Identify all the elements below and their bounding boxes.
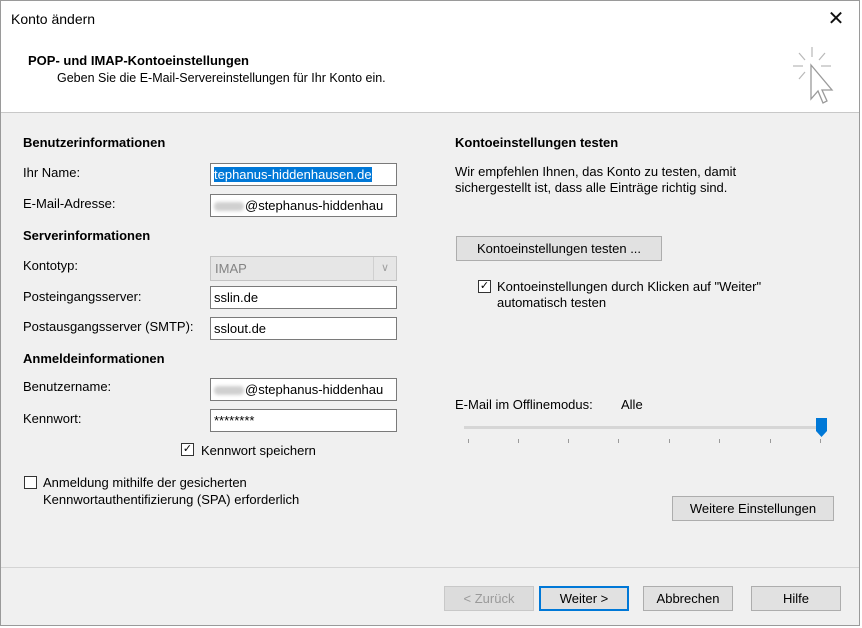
incoming-server-value: sslin.de — [214, 290, 259, 305]
outgoing-server-value: sslout.de — [214, 321, 267, 336]
account-type-label: Kontotyp: — [23, 258, 78, 273]
username-label: Benutzername: — [23, 379, 112, 394]
slider-tick — [468, 439, 469, 443]
test-account-button[interactable]: Kontoeinstellungen testen ... — [456, 236, 662, 261]
auto-test-label-line2: automatisch testen — [497, 295, 607, 310]
auto-test-checkbox[interactable]: ✓ — [478, 280, 491, 293]
header-title: POP- und IMAP-Kontoeinstellungen — [28, 53, 249, 68]
account-type-value: IMAP — [215, 261, 247, 276]
test-heading: Kontoeinstellungen testen — [455, 135, 619, 150]
dialog-header: POP- und IMAP-Kontoeinstellungen Geben S… — [1, 37, 859, 113]
more-settings-button[interactable]: Weitere Einstellungen — [672, 496, 834, 521]
slider-tick — [669, 439, 670, 443]
incoming-server-label: Posteingangsserver: — [23, 289, 142, 304]
footer-divider — [1, 567, 859, 568]
offline-slider-track[interactable] — [464, 426, 824, 429]
blurred-text — [214, 386, 244, 396]
cancel-button[interactable]: Abbrechen — [643, 586, 733, 611]
title-bar: Konto ändern ✕ — [1, 1, 859, 37]
slider-tick — [518, 439, 519, 443]
auto-test-label-line1: Kontoeinstellungen durch Klicken auf "We… — [497, 279, 762, 294]
test-desc-line1: Wir empfehlen Ihnen, das Konto zu testen… — [455, 164, 737, 179]
slider-tick — [719, 439, 720, 443]
help-button[interactable]: Hilfe — [751, 586, 841, 611]
next-button[interactable]: Weiter > — [539, 586, 629, 611]
offline-mode-label: E-Mail im Offlinemodus: — [455, 397, 593, 412]
login-info-heading: Anmeldeinformationen — [23, 351, 165, 366]
chevron-down-icon: ∨ — [373, 257, 396, 280]
spa-label-line2: Kennwortauthentifizierung (SPA) erforder… — [43, 492, 300, 507]
spa-label-line1: Anmeldung mithilfe der gesicherten — [43, 475, 247, 490]
slider-tick — [820, 439, 821, 443]
slider-tick — [568, 439, 569, 443]
window-title: Konto ändern — [11, 11, 96, 27]
name-value: tephanus-hiddenhausen.de — [214, 167, 372, 182]
blurred-text — [214, 202, 244, 212]
offline-mode-value: Alle — [621, 397, 643, 412]
incoming-server-field[interactable]: sslin.de — [210, 286, 397, 309]
email-field[interactable]: @stephanus-hiddenhau — [210, 194, 397, 217]
server-info-heading: Serverinformationen — [23, 228, 151, 243]
remember-password-label: Kennwort speichern — [201, 443, 316, 458]
email-label: E-Mail-Adresse: — [23, 196, 116, 211]
outgoing-server-field[interactable]: sslout.de — [210, 317, 397, 340]
wizard-cursor-icon — [793, 47, 834, 104]
slider-tick — [770, 439, 771, 443]
outgoing-server-label: Postausgangsserver (SMTP): — [23, 319, 194, 334]
spa-checkbox[interactable] — [24, 476, 37, 489]
password-label: Kennwort: — [23, 411, 82, 426]
remember-password-checkbox[interactable]: ✓ — [181, 443, 194, 456]
name-label: Ihr Name: — [23, 165, 81, 180]
name-field[interactable]: tephanus-hiddenhausen.de — [210, 163, 397, 186]
slider-tick — [618, 439, 619, 443]
password-field[interactable]: ******** — [210, 409, 397, 432]
email-value: @stephanus-hiddenhau — [245, 198, 384, 213]
account-type-select: IMAP ∨ — [210, 256, 397, 281]
user-info-heading: Benutzerinformationen — [23, 135, 166, 150]
username-value: @stephanus-hiddenhau — [245, 382, 384, 397]
test-desc-line2: sichergestellt ist, dass alle Einträge r… — [455, 180, 728, 195]
back-button[interactable]: < Zurück — [444, 586, 534, 611]
close-icon[interactable]: ✕ — [813, 1, 859, 37]
password-value: ******** — [214, 413, 255, 428]
username-field[interactable]: @stephanus-hiddenhau — [210, 378, 397, 401]
dialog-window: Konto ändern ✕ POP- und IMAP-Kontoeinste… — [0, 0, 860, 626]
header-subtitle: Geben Sie die E-Mail-Servereinstellungen… — [57, 71, 386, 85]
offline-slider-thumb[interactable] — [816, 418, 827, 437]
